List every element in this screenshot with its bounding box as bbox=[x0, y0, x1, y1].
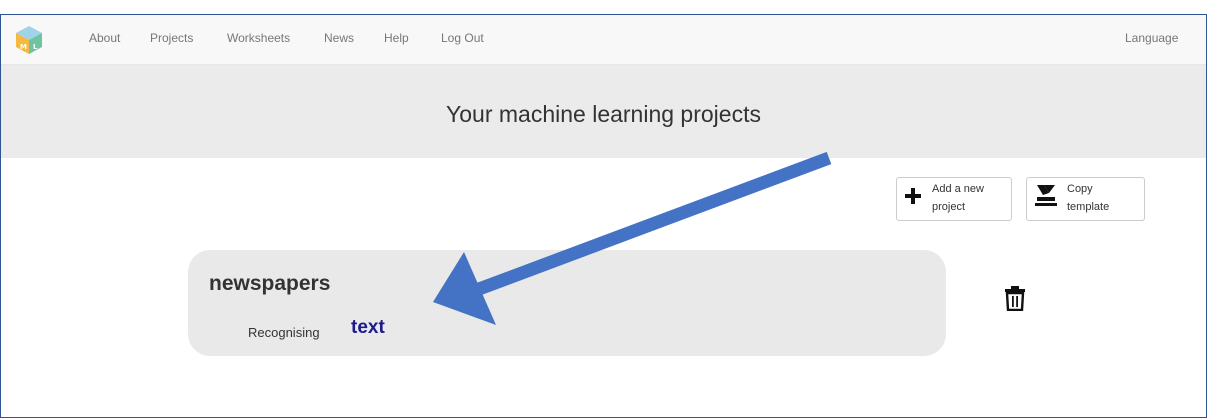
nav-news[interactable]: News bbox=[324, 31, 354, 45]
page-header: Your machine learning projects bbox=[1, 65, 1206, 158]
navbar: M L About Projects Worksheets News Help … bbox=[1, 15, 1206, 65]
copy-template-label-line1: Copy bbox=[1067, 183, 1093, 195]
svg-text:L: L bbox=[33, 43, 38, 51]
project-type-label: Recognising bbox=[248, 325, 320, 340]
project-type-value: text bbox=[351, 317, 385, 338]
page-title: Your machine learning projects bbox=[446, 101, 761, 127]
copy-template-icon bbox=[1035, 185, 1057, 206]
copy-template-label-line2: template bbox=[1067, 201, 1110, 213]
copy-template-button[interactable]: Copy template bbox=[1026, 177, 1145, 221]
project-card[interactable]: newspapers Recognising text bbox=[188, 250, 946, 356]
add-project-label-line2: project bbox=[932, 201, 966, 213]
nav-log-out[interactable]: Log Out bbox=[441, 31, 484, 45]
project-name: newspapers bbox=[209, 272, 331, 295]
screenshot-frame: M L About Projects Worksheets News Help … bbox=[0, 14, 1207, 418]
nav-help[interactable]: Help bbox=[384, 31, 409, 45]
trash-icon[interactable] bbox=[1004, 285, 1026, 311]
add-project-button[interactable]: Add a new project bbox=[896, 177, 1012, 221]
plus-icon bbox=[905, 188, 921, 204]
nav-language[interactable]: Language bbox=[1125, 31, 1178, 45]
svg-text:M: M bbox=[20, 43, 27, 51]
nav-projects[interactable]: Projects bbox=[150, 31, 193, 45]
add-project-label-line1: Add a new bbox=[932, 183, 984, 195]
nav-worksheets[interactable]: Worksheets bbox=[227, 31, 290, 45]
ml-logo-icon[interactable]: M L bbox=[15, 25, 43, 55]
nav-about[interactable]: About bbox=[89, 31, 120, 45]
